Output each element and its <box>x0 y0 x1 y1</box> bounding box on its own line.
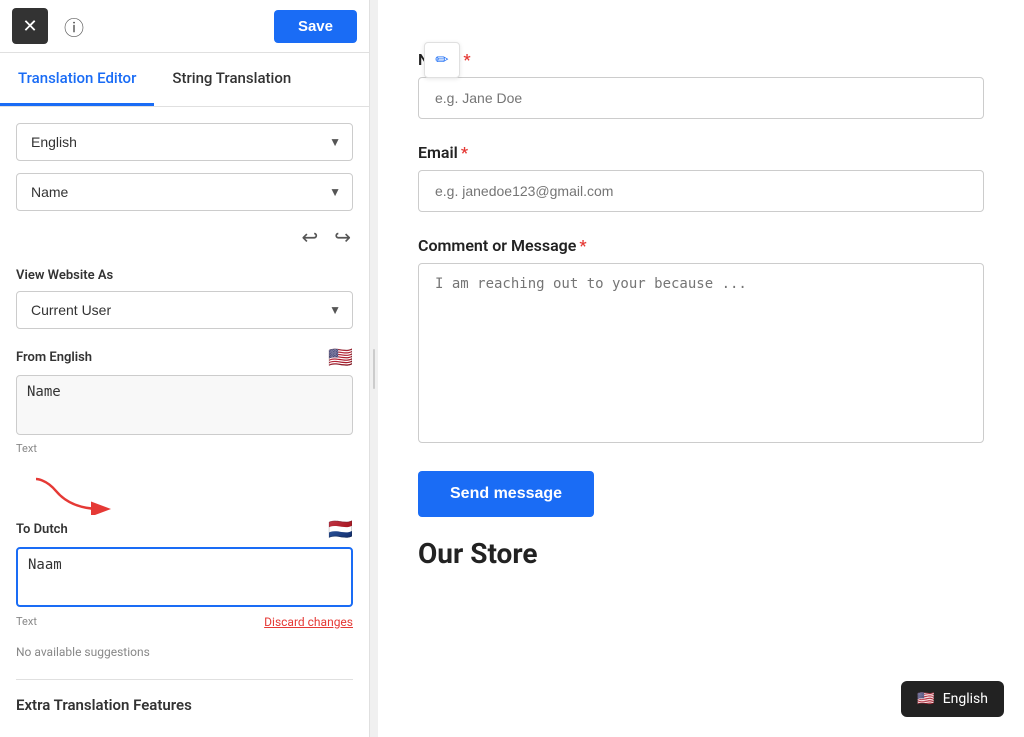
store-title: Our Store <box>418 537 984 570</box>
from-english-textarea[interactable]: Name <box>16 375 353 435</box>
us-flag-icon: 🇺🇸 <box>328 345 353 369</box>
string-dropdown-wrap: Name Email Comment or Message ▼ <box>16 173 353 211</box>
name-form-group: Name* <box>418 50 984 119</box>
save-button[interactable]: Save <box>274 10 357 43</box>
send-message-button[interactable]: Send message <box>418 471 594 517</box>
left-panel: ✕ ⓘ Save Translation Editor String Trans… <box>0 0 370 737</box>
email-input[interactable] <box>418 170 984 212</box>
message-label: Comment or Message* <box>418 236 984 255</box>
view-website-label: View Website As <box>16 268 353 283</box>
name-input[interactable] <box>418 77 984 119</box>
panel-divider <box>370 0 378 737</box>
top-bar: ✕ ⓘ Save <box>0 0 369 53</box>
to-dutch-section: To Dutch 🇳🇱 Naam Text Discard changes <box>16 517 353 629</box>
message-required-star: * <box>579 236 586 255</box>
from-english-header: From English 🇺🇸 <box>16 345 353 369</box>
message-form-group: Comment or Message* <box>418 236 984 447</box>
to-dutch-header: To Dutch 🇳🇱 <box>16 517 353 541</box>
pencil-edit-button[interactable]: ✏ <box>424 42 460 78</box>
undo-button[interactable]: ↩ <box>299 223 320 252</box>
right-panel: ✏ Name* Email* Comment or Message* Send … <box>378 0 1024 737</box>
lang-switcher-label: English <box>943 691 988 707</box>
lang-flag-icon: 🇺🇸 <box>917 691 934 707</box>
tab-translation-editor[interactable]: Translation Editor <box>0 53 154 106</box>
red-arrow-svg <box>26 471 116 515</box>
language-dropdown-wrap: English Dutch French German Spanish ▼ <box>16 123 353 161</box>
name-required-star: * <box>463 50 470 69</box>
current-user-select[interactable]: Current User Guest Admin <box>16 291 353 329</box>
close-button[interactable]: ✕ <box>12 8 48 44</box>
discard-changes-link[interactable]: Discard changes <box>264 615 353 629</box>
current-user-dropdown-wrap: Current User Guest Admin ▼ <box>16 291 353 329</box>
nl-flag-icon: 🇳🇱 <box>328 517 353 541</box>
email-form-group: Email* <box>418 143 984 212</box>
redo-button[interactable]: ↪ <box>332 223 353 252</box>
suggestions-text: No available suggestions <box>16 645 353 659</box>
tabs-bar: Translation Editor String Translation <box>0 53 369 107</box>
from-english-type: Text <box>16 442 353 455</box>
from-english-title: From English <box>16 350 92 365</box>
undo-redo-bar: ↩ ↪ <box>16 223 353 252</box>
message-textarea[interactable] <box>418 263 984 443</box>
from-english-section: From English 🇺🇸 Name Text <box>16 345 353 455</box>
extra-translation-title: Extra Translation Features <box>16 696 353 714</box>
string-select[interactable]: Name Email Comment or Message <box>16 173 353 211</box>
language-select[interactable]: English Dutch French German Spanish <box>16 123 353 161</box>
email-required-star: * <box>461 143 468 162</box>
to-dutch-textarea[interactable]: Naam <box>16 547 353 607</box>
to-dutch-title: To Dutch <box>16 522 68 537</box>
info-button[interactable]: ⓘ <box>56 8 92 44</box>
arrow-indicator <box>26 471 353 515</box>
pencil-icon: ✏ <box>435 50 448 70</box>
to-dutch-type: Text <box>16 615 37 628</box>
email-label: Email* <box>418 143 984 162</box>
language-switcher[interactable]: 🇺🇸 English <box>901 681 1004 717</box>
extra-translation-section: Extra Translation Features <box>16 679 353 714</box>
tab-string-translation[interactable]: String Translation <box>154 53 309 106</box>
panel-content: English Dutch French German Spanish ▼ Na… <box>0 107 369 737</box>
name-label: Name* <box>418 50 984 69</box>
view-website-section: View Website As Current User Guest Admin… <box>16 268 353 329</box>
